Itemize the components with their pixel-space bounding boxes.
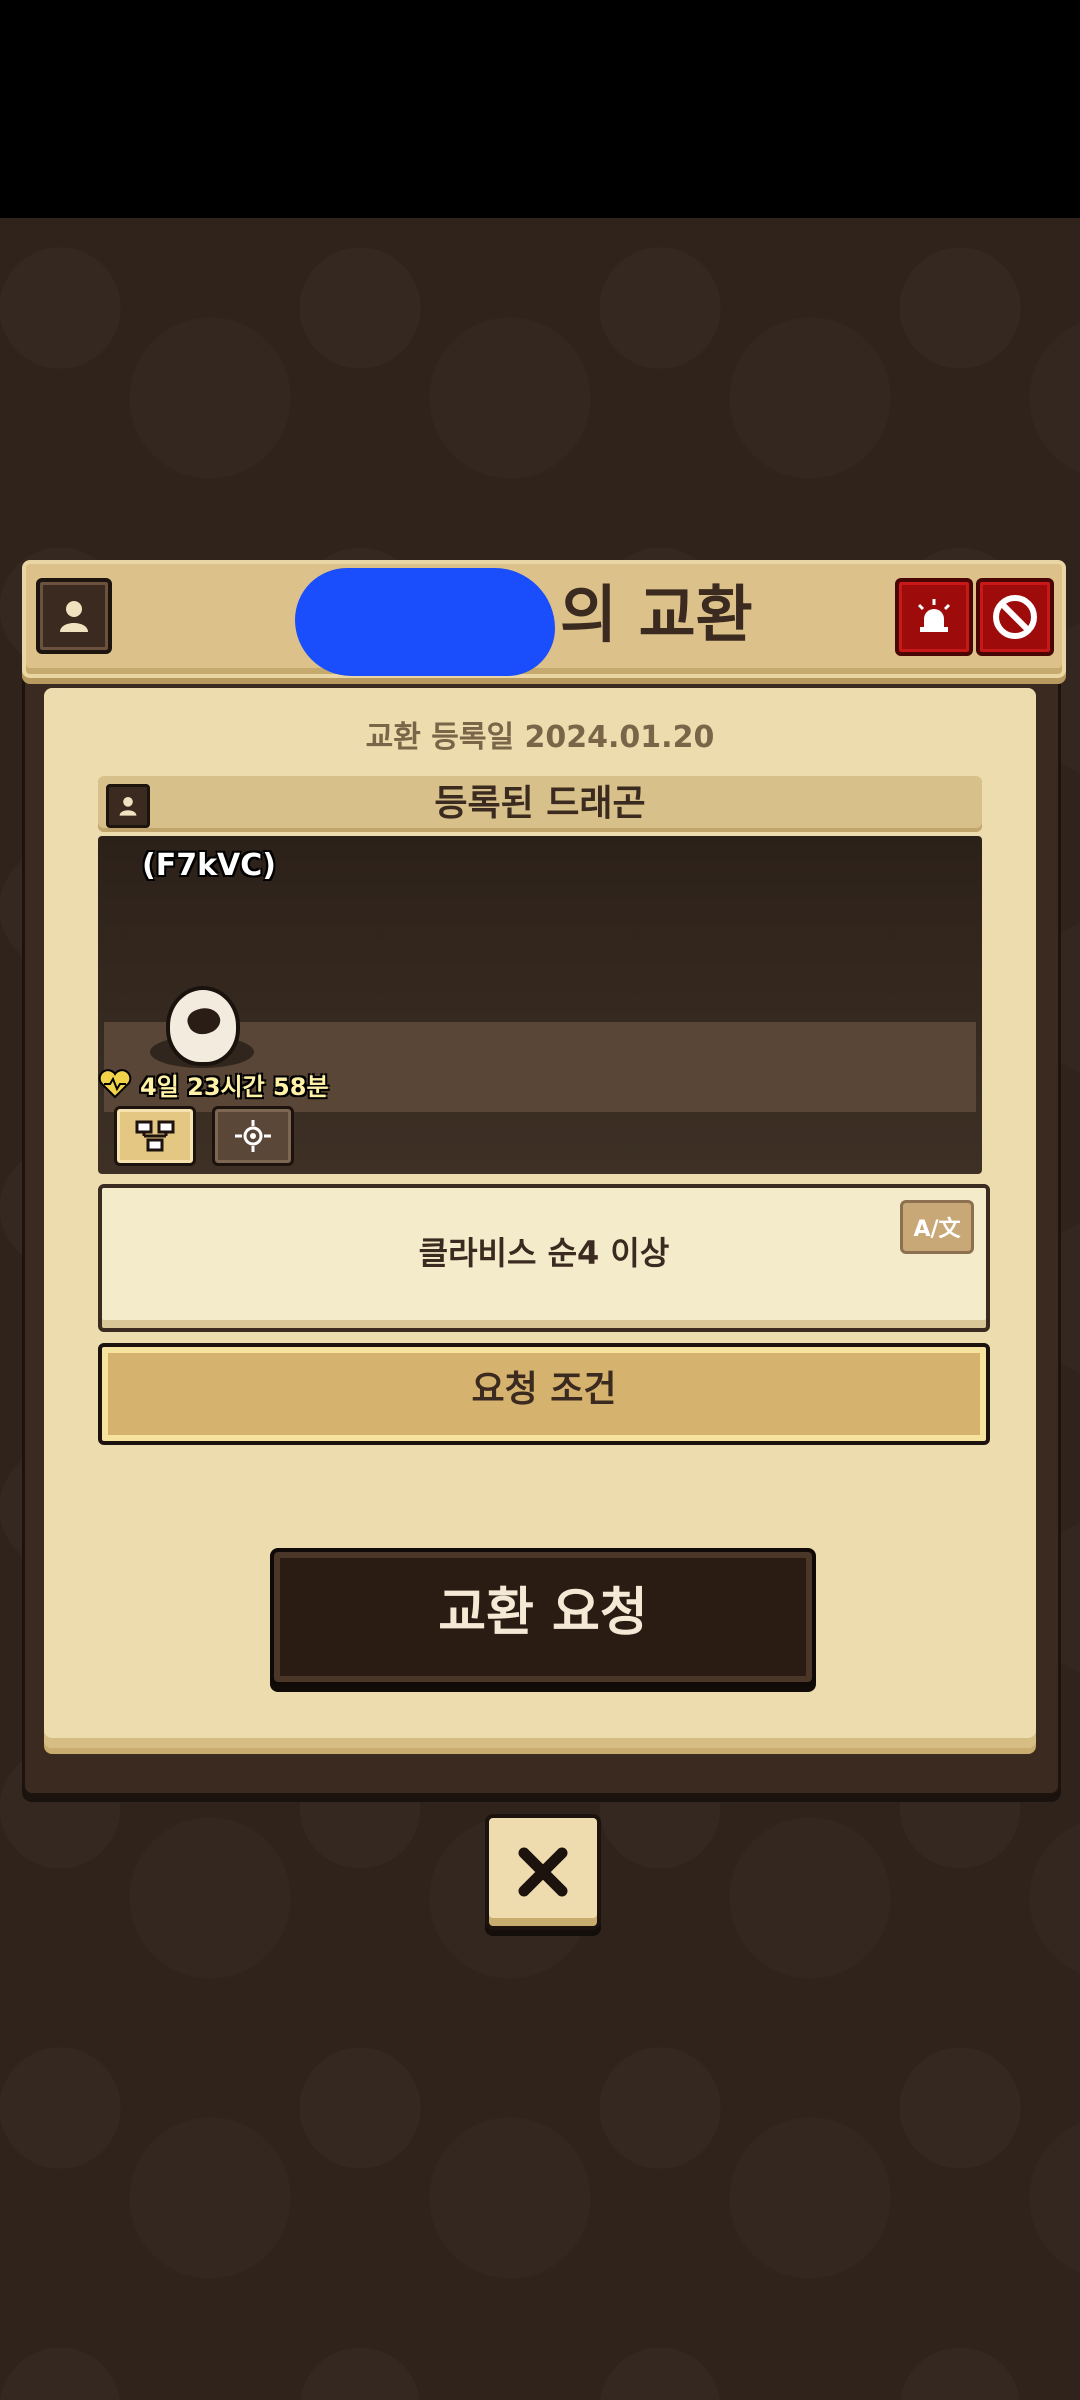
exchange-request-button[interactable]: 교환 요청 xyxy=(270,1548,816,1686)
dialog-title: 의 교환 xyxy=(560,578,753,651)
translate-icon: A/文 xyxy=(913,1217,961,1242)
status-bar xyxy=(0,0,1080,218)
dragon-timer: 4일 23시간 58분 xyxy=(140,1072,329,1101)
dragon-name: (F7kVC) xyxy=(142,848,276,883)
dragon-egg[interactable] xyxy=(166,986,240,1066)
siren-icon xyxy=(917,599,951,632)
redacted-username xyxy=(295,568,555,676)
user-icon xyxy=(60,601,88,632)
tree-view-button[interactable] xyxy=(114,1106,196,1166)
section-title: 등록된 드래곤 xyxy=(434,783,646,824)
exchange-request-label: 교환 요청 xyxy=(438,1583,648,1643)
trade-condition-text: 클라비스 순4 이상 xyxy=(418,1234,670,1272)
close-icon xyxy=(518,1847,568,1897)
egg-marking xyxy=(184,1003,224,1039)
focus-view-button[interactable] xyxy=(212,1106,294,1166)
target-icon xyxy=(235,1120,271,1152)
hierarchy-icon xyxy=(135,1120,175,1152)
request-condition-label: 요청 조건 xyxy=(471,1369,617,1410)
timer-row: 4일 23시간 58분 xyxy=(98,1066,329,1102)
trade-condition-box: 클라비스 순4 이상 A/文 xyxy=(98,1184,990,1332)
report-button[interactable] xyxy=(895,578,973,656)
close-button[interactable] xyxy=(485,1814,601,1930)
profile-button[interactable] xyxy=(36,578,112,654)
block-icon xyxy=(993,595,1037,639)
translate-button[interactable]: A/文 xyxy=(900,1200,974,1254)
dragon-panel: (F7kVC) 4일 23시간 58분 xyxy=(98,836,982,1174)
registered-date: 교환 등록일 2024.01.20 xyxy=(365,720,715,755)
heart-icon xyxy=(98,1069,132,1099)
request-condition-button[interactable]: 요청 조건 xyxy=(98,1343,990,1445)
block-button[interactable] xyxy=(976,578,1054,656)
